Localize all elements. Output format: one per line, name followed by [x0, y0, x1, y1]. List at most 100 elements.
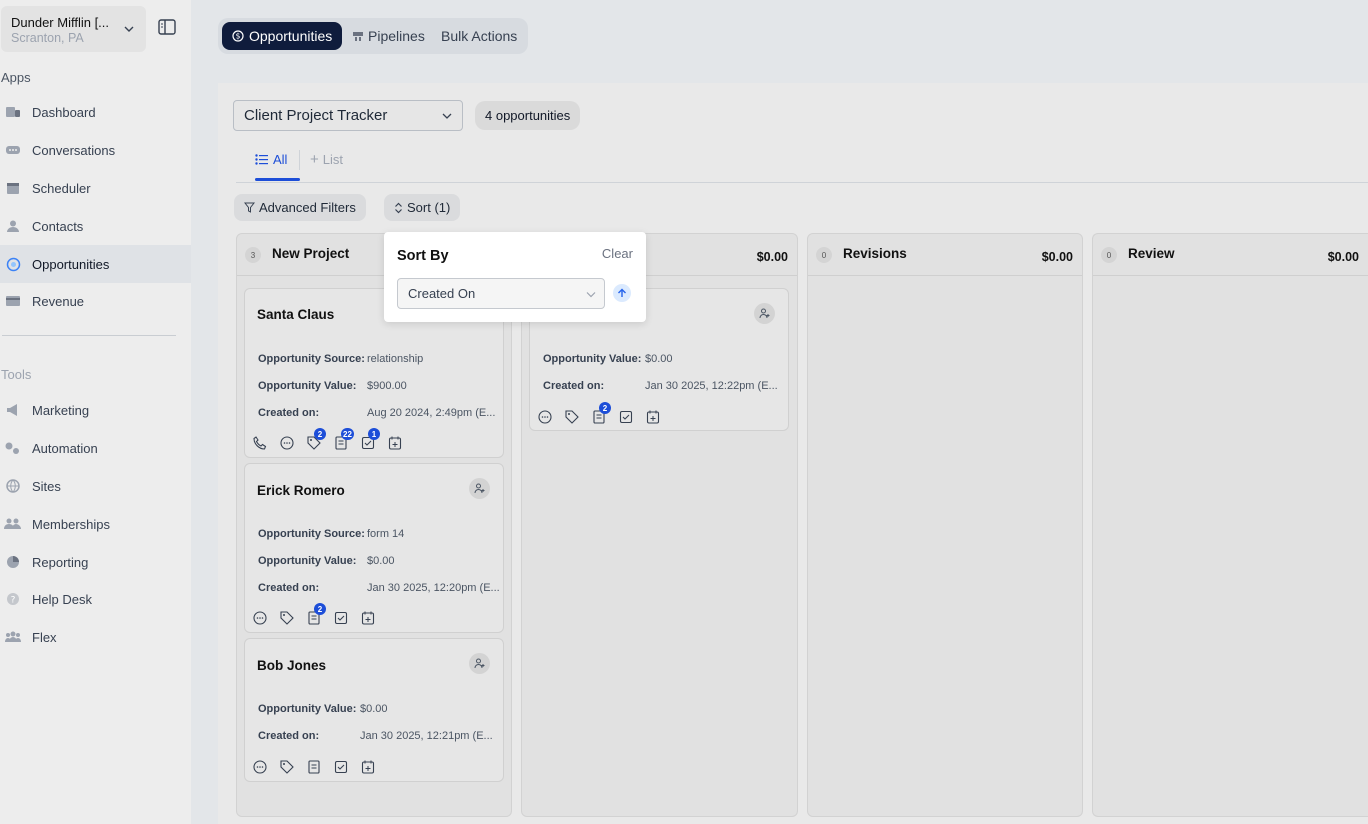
tag-icon[interactable]	[279, 610, 295, 626]
account-location: Scranton, PA	[11, 31, 84, 45]
task-check-icon[interactable]	[618, 409, 634, 425]
task-check-icon[interactable]	[333, 610, 349, 626]
card-action-row	[252, 759, 382, 775]
assign-user-button[interactable]	[754, 303, 775, 324]
opportunity-card[interactable]: Erick Romero Opportunity Source: form 14…	[244, 463, 504, 633]
sidebar-item-help-desk[interactable]: ? Help Desk	[0, 580, 191, 618]
tab-opportunities[interactable]: $ Opportunities	[222, 22, 343, 50]
field-value: Jan 30 2025, 12:22pm (E...	[645, 380, 778, 392]
column-count: 3	[245, 247, 261, 263]
notes-icon[interactable]	[306, 759, 322, 775]
card-action-row: 2 22 1	[252, 428, 412, 451]
tasks-button[interactable]: 1	[360, 428, 380, 451]
phone-icon[interactable]	[252, 435, 268, 451]
field-label: Opportunity Value:	[543, 353, 642, 365]
sort-clear-button[interactable]: Clear	[602, 246, 633, 261]
account-switcher[interactable]: Dunder Mifflin [... Scranton, PA	[1, 6, 146, 52]
sort-label: Sort (1)	[407, 200, 451, 215]
sidebar-item-contacts[interactable]: Contacts	[0, 207, 191, 245]
advanced-filters-button[interactable]: Advanced Filters	[234, 194, 366, 221]
sort-direction-toggle[interactable]	[613, 284, 631, 302]
field-value: $900.00	[367, 380, 407, 392]
view-tab-add-list[interactable]: + List	[310, 150, 343, 168]
assign-user-button[interactable]	[469, 653, 490, 674]
group-icon	[4, 629, 22, 645]
field-value: $0.00	[360, 703, 388, 715]
sidebar-item-label: Scheduler	[32, 180, 91, 196]
field-label: Created on:	[258, 407, 320, 419]
tag-icon[interactable]	[564, 409, 580, 425]
sidebar-item-label: Opportunities	[32, 256, 110, 272]
calendar-add-icon[interactable]	[360, 610, 376, 626]
sidebar-item-dashboard[interactable]: Dashboard	[0, 93, 191, 131]
sidebar-item-label: Dashboard	[32, 104, 96, 120]
field-value: form 14	[367, 528, 405, 540]
tag-icon[interactable]	[279, 759, 295, 775]
tab-bulk-actions[interactable]: Bulk Actions	[435, 22, 523, 50]
sidebar-item-marketing[interactable]: Marketing	[0, 391, 191, 429]
chat-icon[interactable]	[252, 759, 268, 775]
chat-icon[interactable]	[537, 409, 553, 425]
field-label: Created on:	[543, 380, 605, 392]
card-contact-name: Bob Jones	[257, 658, 327, 673]
dashboard-icon	[4, 104, 22, 120]
tab-label: Pipelines	[368, 28, 425, 44]
notes-button[interactable]: 2	[306, 603, 326, 626]
pipeline-column: 0 Review $0.00	[1092, 233, 1368, 817]
column-title: Revisions	[843, 246, 907, 261]
assign-user-button[interactable]	[469, 478, 490, 499]
chat-icon	[4, 142, 22, 158]
sidebar-item-flex[interactable]: Flex	[0, 618, 191, 656]
sidebar-item-label: Sites	[32, 478, 61, 494]
advanced-filters-label: Advanced Filters	[259, 200, 356, 215]
filter-icon	[244, 202, 255, 213]
chat-icon[interactable]	[252, 610, 268, 626]
sidebar-item-opportunities[interactable]: Opportunities	[0, 245, 191, 283]
field-label: Opportunity Value:	[258, 703, 357, 715]
svg-text:?: ?	[11, 596, 16, 606]
sidebar-item-scheduler[interactable]: Scheduler	[0, 169, 191, 207]
globe-icon	[4, 478, 22, 494]
card-icon	[4, 293, 22, 309]
sidebar-item-sites[interactable]: Sites	[0, 467, 191, 505]
field-value: $0.00	[367, 555, 395, 567]
column-amount: $0.00	[1327, 250, 1359, 264]
pipeline-select[interactable]: Client Project Tracker	[233, 100, 463, 131]
tag-button[interactable]: 2	[306, 428, 326, 451]
sidebar-item-reporting[interactable]: Reporting	[0, 543, 191, 581]
calendar-add-icon[interactable]	[645, 409, 661, 425]
pie-icon	[4, 554, 22, 570]
column-count: 0	[816, 247, 832, 263]
field-label: Opportunity Value:	[258, 380, 357, 392]
column-header: 0 Revisions $0.00	[808, 234, 1082, 276]
field-label: Opportunity Value:	[258, 555, 357, 567]
calendar-add-icon[interactable]	[387, 435, 403, 451]
svg-text:$: $	[236, 32, 241, 41]
calendar-icon	[4, 180, 22, 196]
sidebar-item-label: Reporting	[32, 554, 89, 570]
notes-button[interactable]: 22	[333, 428, 354, 451]
sidebar-item-revenue[interactable]: Revenue	[0, 282, 191, 320]
task-check-icon[interactable]	[333, 759, 349, 775]
tab-pipelines[interactable]: Pipelines	[346, 22, 431, 50]
sort-button[interactable]: Sort (1)	[384, 194, 461, 221]
assign-user-icon	[759, 308, 770, 319]
sort-field-select[interactable]: Created On	[397, 278, 605, 309]
field-value: $0.00	[645, 353, 673, 365]
user-icon	[4, 218, 22, 234]
sidebar-item-conversations[interactable]: Conversations	[0, 131, 191, 169]
calendar-add-icon[interactable]	[360, 759, 376, 775]
column-count: 0	[1101, 247, 1117, 263]
opportunity-card[interactable]: Bob Jones Opportunity Value: $0.00 Creat…	[244, 638, 504, 782]
sidebar-item-automation[interactable]: Automation	[0, 429, 191, 467]
chat-icon[interactable]	[279, 435, 295, 451]
notes-button[interactable]: 2	[591, 402, 611, 425]
column-amount: $0.00	[1041, 250, 1073, 264]
apps-section-label: Apps	[1, 70, 31, 85]
megaphone-icon	[4, 402, 22, 418]
sidebar-item-memberships[interactable]: Memberships	[0, 505, 191, 543]
sidebar-collapse-icon[interactable]	[158, 19, 176, 35]
assign-user-icon	[474, 483, 485, 494]
view-tab-all[interactable]: All	[255, 150, 287, 168]
gears-icon	[4, 440, 22, 456]
